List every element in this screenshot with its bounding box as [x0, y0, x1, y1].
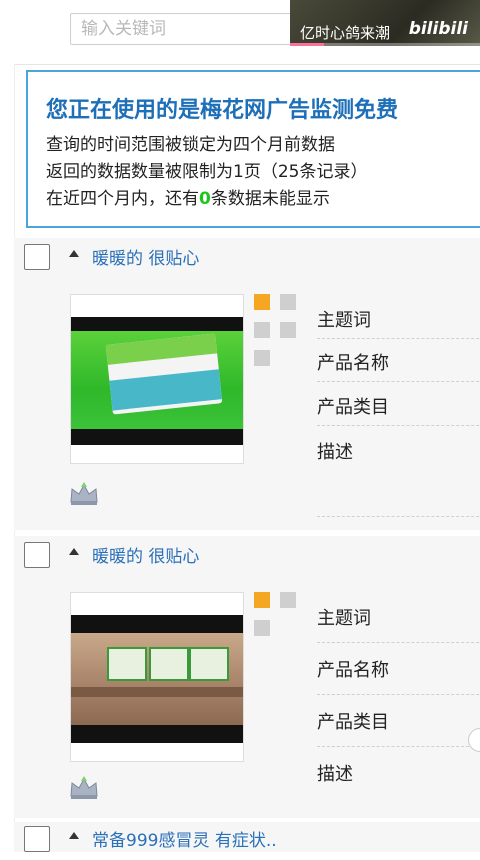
divider — [317, 746, 480, 747]
pager-dot[interactable] — [280, 592, 296, 608]
notice-line-3: 在近四个月内，还有0条数据未能显示 — [46, 184, 330, 209]
item-header: 暖暖的 很贴心 — [14, 536, 480, 574]
field-product-category: 产品类目 — [317, 712, 389, 733]
video-frame-image — [71, 615, 243, 743]
video-overlay[interactable]: 亿时心鸽来潮 bilibili — [290, 0, 480, 46]
bilibili-logo: bilibili — [408, 19, 468, 39]
item-checkbox[interactable] — [24, 826, 50, 852]
left-strip — [0, 64, 15, 852]
crown-icon[interactable] — [68, 480, 100, 506]
pager-dot[interactable] — [254, 294, 270, 310]
divider — [317, 516, 480, 517]
ad-list-item: 暖暖的 很贴心 主题词 产品名称 产品类目 描述 — [14, 238, 480, 530]
notice-line-3-prefix: 在近四个月内，还有 — [46, 189, 199, 209]
field-product-name: 产品名称 — [317, 660, 389, 681]
field-product-name: 产品名称 — [317, 353, 389, 374]
video-frame-image — [71, 317, 243, 445]
divider — [317, 694, 480, 695]
item-header: 常备999感冒灵 有症状.. — [14, 822, 480, 860]
ad-list-item: 暖暖的 很贴心 主题词 产品名称 产品类目 描述 — [14, 536, 480, 818]
ad-thumbnail[interactable] — [70, 294, 244, 464]
notice-line-1: 查询的时间范围被锁定为四个月前数据 — [46, 135, 335, 155]
divider — [317, 642, 480, 643]
free-trial-notice: 您正在使用的是梅花网广告监测免费 查询的时间范围被锁定为四个月前数据 返回的数据… — [26, 70, 480, 228]
item-checkbox[interactable] — [24, 542, 50, 568]
divider — [317, 381, 480, 382]
pager-dot[interactable] — [280, 322, 296, 338]
notice-line-2: 返回的数据数量被限制为1页（25条记录） — [46, 162, 368, 182]
item-title-link[interactable]: 暖暖的 很贴心 — [92, 542, 199, 567]
item-title-link[interactable]: 常备999感冒灵 有症状.. — [92, 826, 277, 851]
hidden-count: 0 — [199, 189, 211, 209]
video-caption: 亿时心鸽来潮 — [300, 24, 391, 42]
item-title-link[interactable]: 暖暖的 很贴心 — [92, 244, 199, 269]
ad-thumbnail[interactable] — [70, 592, 244, 762]
field-product-category: 产品类目 — [317, 397, 389, 418]
pager-dot[interactable] — [254, 620, 270, 636]
item-header: 暖暖的 很贴心 — [14, 238, 480, 276]
pager-dot[interactable] — [280, 294, 296, 310]
field-description: 描述 — [317, 442, 353, 463]
notice-title: 您正在使用的是梅花网广告监测免费 — [46, 98, 399, 123]
field-keyword: 主题词 — [317, 608, 371, 629]
video-progress-fill — [290, 43, 325, 46]
item-checkbox[interactable] — [24, 244, 50, 270]
field-keyword: 主题词 — [317, 310, 371, 331]
crown-icon[interactable] — [68, 774, 100, 800]
pager-dot[interactable] — [254, 322, 270, 338]
ad-list-item: 常备999感冒灵 有症状.. — [14, 822, 480, 852]
collapse-caret-icon[interactable] — [69, 548, 79, 555]
pager-dot[interactable] — [254, 350, 270, 366]
divider — [317, 338, 480, 339]
collapse-caret-icon[interactable] — [69, 250, 79, 257]
collapse-caret-icon[interactable] — [69, 832, 79, 839]
video-progress-bar[interactable] — [290, 43, 480, 46]
product-box-image — [105, 333, 223, 415]
pager-dot[interactable] — [254, 592, 270, 608]
divider — [317, 425, 480, 426]
notice-line-3-suffix: 条数据未能显示 — [210, 189, 330, 209]
field-description: 描述 — [317, 764, 353, 785]
